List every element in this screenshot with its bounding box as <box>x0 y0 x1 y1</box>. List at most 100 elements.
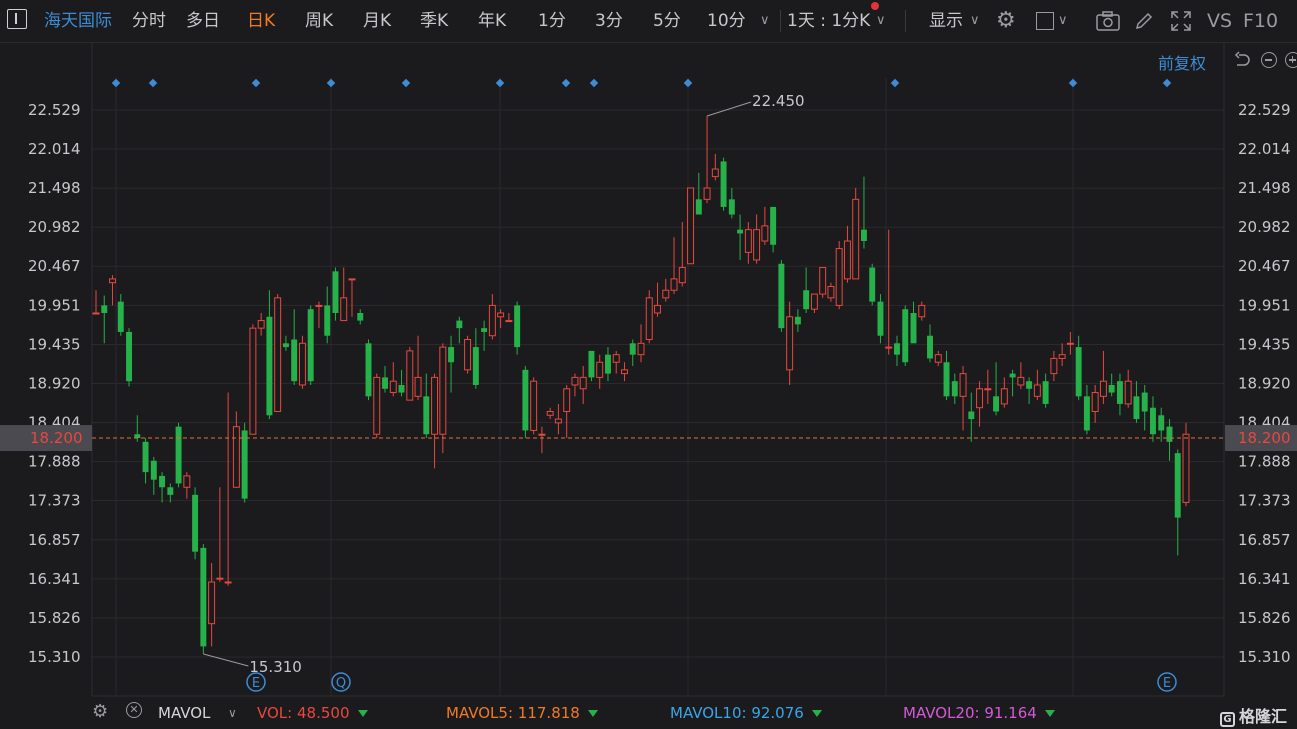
candle-body <box>332 271 339 313</box>
candle-body <box>654 304 661 314</box>
stock-name[interactable]: 海天国际 <box>44 0 112 42</box>
divider <box>780 10 781 32</box>
y-tick-label: 19.951 <box>28 296 81 314</box>
candle-body <box>546 410 554 416</box>
logo-text: 格隆汇 <box>1238 707 1287 726</box>
close-icon[interactable]: ✕ <box>126 702 142 718</box>
indicator-chevron-down-icon[interactable]: ∨ <box>228 706 237 720</box>
event-diamond[interactable] <box>326 78 336 88</box>
y-tick-label: 16.341 <box>28 570 81 588</box>
down-triangle-icon <box>811 710 822 717</box>
candle-body <box>761 225 769 242</box>
pen-icon[interactable] <box>1134 11 1154 31</box>
candle-body <box>505 320 513 323</box>
event-diamond[interactable] <box>148 78 158 88</box>
event-diamond[interactable] <box>561 78 571 88</box>
candle-body <box>101 305 108 313</box>
tab-1min[interactable]: 1分 <box>538 0 566 42</box>
candle-body <box>1124 380 1132 405</box>
candle-body <box>134 434 141 439</box>
tab-fenshi[interactable]: 分时 <box>132 0 166 42</box>
candle-body <box>150 460 157 480</box>
vol-readout: VOL: 48.500 <box>257 704 368 722</box>
candle-body <box>315 304 323 307</box>
candle-body <box>291 339 298 382</box>
candle-body <box>902 309 909 363</box>
event-diamond[interactable] <box>495 78 505 88</box>
candle-body <box>579 376 587 390</box>
event-diamond[interactable] <box>890 78 900 88</box>
camera-icon[interactable] <box>1096 11 1120 31</box>
tab-5min[interactable]: 5分 <box>653 0 681 42</box>
candle-body <box>414 376 422 397</box>
event-diamond[interactable] <box>1068 78 1078 88</box>
mavol20-label: MAVOL20: <box>903 704 980 722</box>
tab-duori[interactable]: 多日 <box>186 0 220 42</box>
candle-body <box>852 198 860 280</box>
gear-icon[interactable]: ⚙ <box>92 701 108 722</box>
tab-10min[interactable]: 10分 <box>707 0 746 42</box>
candle-body <box>1099 380 1107 397</box>
candle-body <box>1000 388 1008 405</box>
tab-quarter-k[interactable]: 季K <box>420 0 448 42</box>
candle-body <box>827 285 835 299</box>
tab-yearly-k[interactable]: 年K <box>478 0 506 42</box>
f10-button[interactable]: F10 <box>1243 0 1278 42</box>
candle-body <box>934 354 942 363</box>
y-tick-label: 20.467 <box>1238 257 1291 275</box>
y-tick-label: 21.498 <box>28 179 81 197</box>
y-tick-label: 18.920 <box>1238 374 1291 392</box>
event-diamond[interactable] <box>589 78 599 88</box>
tab-weekly-k[interactable]: 周K <box>305 0 333 42</box>
display-button[interactable]: 显示 <box>929 0 963 42</box>
candle-body <box>645 297 653 341</box>
more-tabs-chevron-icon[interactable]: ∨ <box>760 0 770 42</box>
event-diamond[interactable] <box>1162 78 1172 88</box>
candle-body <box>770 206 777 245</box>
current-price-label: 18.200 <box>1238 429 1291 447</box>
mavol10-value: 92.076 <box>751 704 804 722</box>
tab-3min[interactable]: 3分 <box>595 0 623 42</box>
drawing-square-icon[interactable] <box>1036 12 1054 30</box>
candle-body <box>703 187 711 200</box>
candle-body <box>464 339 472 371</box>
gear-icon[interactable]: ⚙ <box>996 0 1016 42</box>
event-diamond[interactable] <box>111 78 121 88</box>
event-diamond[interactable] <box>401 78 411 88</box>
vs-button[interactable]: VS <box>1207 0 1232 42</box>
candle-body <box>1133 396 1140 420</box>
period-select[interactable]: 1天 : 1分K <box>787 0 870 42</box>
candle-body <box>1141 392 1148 412</box>
display-chevron-down-icon[interactable]: ∨ <box>970 0 980 42</box>
y-tick-label: 17.888 <box>28 453 81 471</box>
kline-chart[interactable]: 22.529 22.014 21.498 20.982 20.467 19.951 19.4… <box>0 42 1297 700</box>
y-axis-left: 22.529 22.014 21.498 20.982 20.467 19.951 19.4… <box>28 101 81 666</box>
y-tick-label: 16.857 <box>28 531 81 549</box>
y-tick-label: 15.826 <box>28 609 81 627</box>
event-diamond[interactable] <box>251 78 261 88</box>
candle-body <box>1017 376 1025 386</box>
mavol5-label: MAVOL5: <box>446 704 514 722</box>
candle-body <box>927 335 933 359</box>
candle-body <box>538 433 546 436</box>
indicator-name[interactable]: MAVOL <box>158 704 210 722</box>
tab-daily-k[interactable]: 日K <box>247 0 275 42</box>
candle-body <box>200 547 207 647</box>
event-diamond[interactable] <box>683 78 693 88</box>
tab-monthly-k[interactable]: 月K <box>363 0 391 42</box>
candle-body <box>1083 396 1090 431</box>
candle-body <box>117 301 124 332</box>
menu-icon[interactable] <box>7 9 27 29</box>
drawing-chevron-down-icon[interactable]: ∨ <box>1058 0 1068 42</box>
candle-body <box>266 316 273 416</box>
down-triangle-icon <box>357 710 368 717</box>
candle-body <box>324 305 331 336</box>
event-markers <box>111 78 1172 88</box>
fullscreen-icon[interactable] <box>1170 10 1192 32</box>
candle-body <box>778 263 785 329</box>
candle-body <box>431 376 439 435</box>
candle-body <box>810 293 818 310</box>
candle-body <box>1009 373 1016 378</box>
candle-body <box>959 373 967 397</box>
candle-body <box>514 305 521 348</box>
